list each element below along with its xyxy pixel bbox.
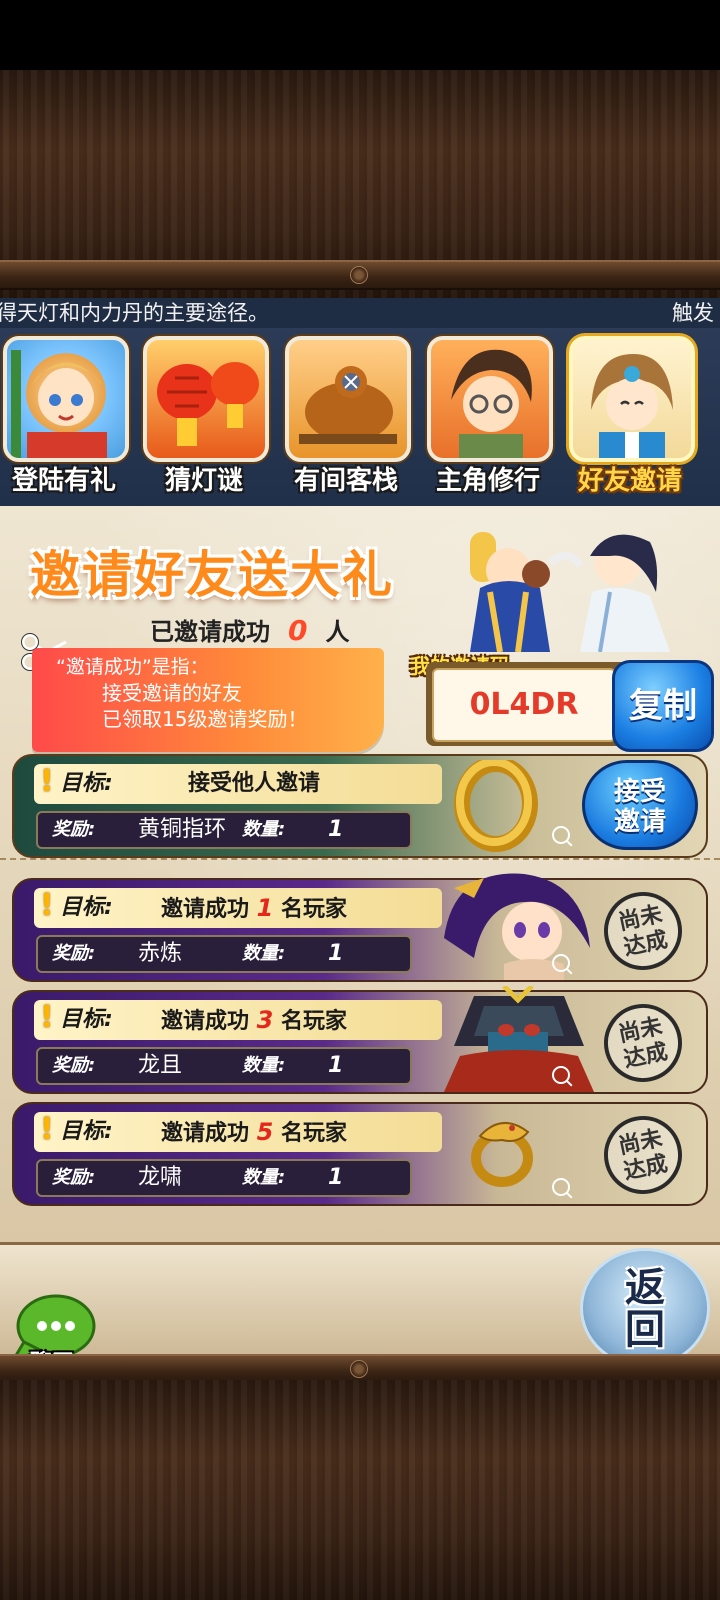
reward-label: 奖励:: [52, 1055, 96, 1076]
goal-number: 3: [256, 1006, 274, 1034]
qty-label: 数量:: [242, 819, 286, 840]
goal-suffix: 名玩家: [281, 897, 348, 922]
success-count: 0: [288, 614, 308, 647]
tab-label: 主角修行: [435, 466, 540, 496]
masked-general-icon[interactable]: [414, 986, 604, 1092]
note-line-3: 已领取15级邀请奖励！: [102, 707, 308, 731]
goal-suffix: 名玩家: [281, 1009, 348, 1034]
tab-lantern-riddle[interactable]: 猜灯谜: [140, 336, 269, 501]
event-tabs: 登陆有礼 猜灯谜 有间客栈 主角修行 好友邀请: [0, 328, 720, 506]
reward-name: 赤炼: [138, 941, 183, 966]
task-reward: 奖励: 龙啸 数量: 1: [36, 1159, 412, 1197]
goal-text: 接受他人邀请: [187, 771, 320, 796]
return-button[interactable]: 返回: [580, 1248, 710, 1368]
stamp-label: 尚未达成: [616, 1013, 670, 1074]
news-marquee: 得天灯和内力丹的主要途径。 触发: [0, 298, 720, 330]
goal-suffix: 名玩家: [281, 1121, 348, 1146]
success-prefix: 已邀请成功: [150, 618, 270, 646]
copy-button[interactable]: 复制: [612, 660, 714, 752]
section-divider: [0, 858, 720, 860]
wood-frame-bottom: [0, 1380, 720, 1600]
girl-portrait-icon: [569, 336, 695, 462]
marquee-text: 得天灯和内力丹的主要途径。: [0, 301, 269, 325]
goal-number: 1: [256, 894, 274, 922]
note-line-1: “邀请成功”是指：: [56, 656, 209, 678]
reward-label: 奖励:: [52, 819, 96, 840]
marquee-text-next: 触发: [672, 301, 714, 325]
goal-text-wrap: 邀请成功 3 名玩家: [34, 1000, 474, 1042]
promo-title: 邀请好友送大礼: [30, 546, 394, 604]
stamp-label: 尚未达成: [616, 901, 670, 962]
qty-value: 1: [328, 941, 344, 966]
young-hero-portrait-icon: [427, 336, 553, 462]
task-goal: ! 目标: 邀请成功 3 名玩家: [34, 1000, 442, 1040]
reward-label: 奖励:: [52, 943, 96, 964]
task-invite-5: ! 目标: 邀请成功 5 名玩家 奖励: 龙啸 数量: 1 尚未达成: [12, 1102, 708, 1206]
tab-label: 猜灯谜: [164, 466, 243, 496]
reward-name: 黄铜指环: [138, 817, 227, 842]
invite-code-box: 0L4DR 复制: [426, 660, 714, 752]
qty-value: 1: [328, 817, 344, 842]
goal-text-wrap: 接受他人邀请: [34, 764, 474, 804]
reward-label: 奖励:: [52, 1167, 96, 1188]
toasting-characters-illustration: [470, 532, 670, 652]
return-label: 返回: [625, 1265, 665, 1353]
lantern-icon: [143, 336, 269, 462]
task-invite-1: ! 目标: 邀请成功 1 名玩家 奖励: 赤炼 数量: 1 尚未达成: [12, 873, 708, 982]
qty-value: 1: [328, 1165, 344, 1190]
tab-label: 好友邀请: [577, 466, 682, 496]
task-invite-3: ! 目标: 邀请成功 3 名玩家 奖励: 龙且 数量: 1 尚未达成: [12, 986, 708, 1094]
task-reward: 奖励: 龙且 数量: 1: [36, 1047, 412, 1085]
task-goal: ! 目标: 邀请成功 1 名玩家: [34, 888, 442, 928]
reward-name: 龙啸: [138, 1165, 183, 1190]
tab-label: 有间客栈: [293, 466, 398, 496]
invite-definition-note: “邀请成功”是指： 接受邀请的好友 已领取15级邀请奖励！: [32, 648, 384, 752]
inspect-icon[interactable]: [552, 1066, 570, 1084]
tab-hero-training[interactable]: 主角修行: [424, 336, 553, 501]
success-count-line: 已邀请成功 0 人: [150, 612, 349, 647]
tab-inn[interactable]: 有间客栈: [282, 336, 411, 501]
task-reward: 奖励: 赤炼 数量: 1: [36, 935, 412, 973]
goal-text-wrap: 邀请成功 1 名玩家: [34, 888, 474, 930]
qty-value: 1: [328, 1053, 344, 1078]
goal-text: 邀请成功: [160, 1121, 249, 1146]
not-achieved-stamp: 尚未达成: [596, 884, 690, 978]
task-reward: 奖励: 黄铜指环 数量: 1: [36, 811, 412, 849]
reward-name: 龙且: [138, 1053, 183, 1078]
note-line-2: 接受邀请的好友: [102, 681, 242, 705]
not-achieved-stamp: 尚未达成: [596, 1108, 690, 1202]
qty-label: 数量:: [242, 1055, 286, 1076]
rail-knob: [350, 1360, 368, 1378]
brass-ring-icon[interactable]: [454, 760, 544, 852]
accept-invite-button[interactable]: 接受邀请: [582, 760, 698, 850]
qty-label: 数量:: [242, 943, 286, 964]
tab-friend-invite[interactable]: 好友邀请: [566, 336, 695, 501]
tab-label: 登陆有礼: [11, 466, 116, 496]
task-accept-invite: ! 目标: 接受他人邀请 奖励: 黄铜指环 数量: 1 接受邀请: [12, 754, 708, 858]
goal-text: 邀请成功: [160, 1009, 249, 1034]
dragon-ring-icon[interactable]: [464, 1110, 544, 1190]
purple-hair-warrior-icon[interactable]: [414, 868, 604, 980]
not-achieved-stamp: 尚未达成: [596, 996, 690, 1090]
inspect-icon[interactable]: [552, 826, 570, 844]
frame-rail-top: [0, 260, 720, 290]
stamp-label: 尚未达成: [616, 1125, 670, 1186]
rail-knob: [350, 266, 368, 284]
roast-chicken-icon: [285, 336, 411, 462]
task-goal: ! 目标: 接受他人邀请: [34, 764, 442, 804]
goal-text: 邀请成功: [160, 897, 249, 922]
inspect-icon[interactable]: [552, 954, 570, 972]
qty-label: 数量:: [242, 1167, 286, 1188]
goal-text-wrap: 邀请成功 5 名玩家: [34, 1112, 474, 1154]
success-suffix: 人: [325, 618, 350, 646]
task-goal: ! 目标: 邀请成功 5 名玩家: [34, 1112, 442, 1152]
invite-code-value: 0L4DR: [432, 668, 616, 742]
hero-portrait-icon: [3, 336, 129, 462]
accept-label: 接受邀请: [613, 777, 666, 837]
tab-login-gift[interactable]: 登陆有礼: [0, 336, 129, 501]
inspect-icon[interactable]: [552, 1178, 570, 1196]
goal-number: 5: [256, 1118, 274, 1146]
